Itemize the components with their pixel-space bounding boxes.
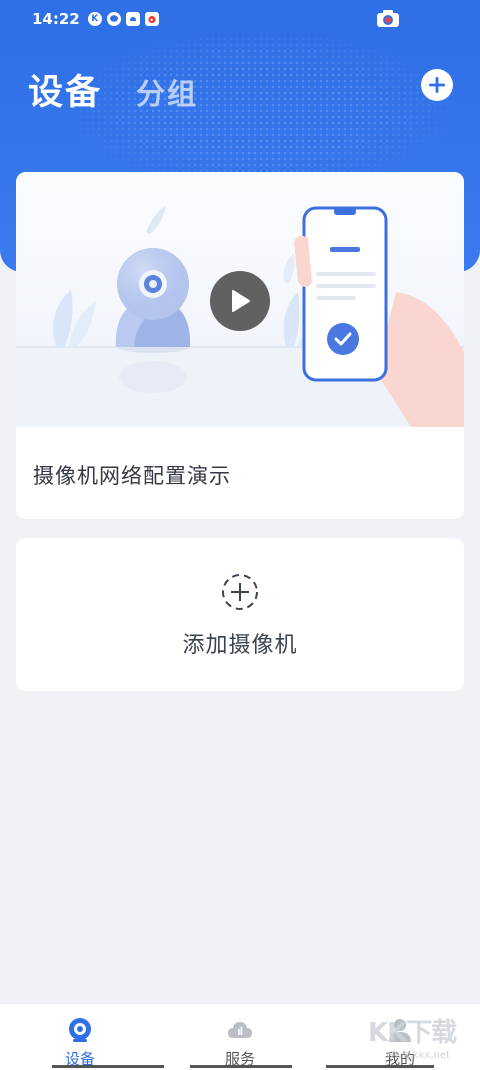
demo-card-title: 摄像机网络配置演示 bbox=[33, 464, 231, 488]
watermark-sub: www.kkx.net bbox=[386, 1050, 450, 1061]
demo-illustration bbox=[16, 172, 464, 427]
camera-icon bbox=[377, 10, 399, 27]
status-time: 14:22 bbox=[32, 10, 80, 28]
add-camera-card[interactable]: 添加摄像机 bbox=[16, 538, 464, 691]
play-icon bbox=[232, 290, 250, 312]
camera-icon bbox=[69, 1018, 91, 1042]
play-button[interactable] bbox=[210, 271, 270, 331]
nav-item-services[interactable]: 服务 bbox=[160, 1004, 320, 1070]
add-camera-label: 添加摄像机 bbox=[182, 633, 298, 658]
chat-icon bbox=[106, 12, 121, 26]
plus-circle-icon bbox=[429, 77, 445, 93]
watermark: KK下载 www.kkx.net bbox=[368, 1012, 458, 1066]
add-device-button[interactable] bbox=[421, 69, 453, 101]
cloud-icon bbox=[228, 1022, 252, 1038]
status-bar: 14:22 K bbox=[0, 0, 480, 38]
nav-item-devices[interactable]: 设备 bbox=[0, 1004, 164, 1070]
k-icon: K bbox=[87, 12, 102, 26]
watermark-text: KK下载 bbox=[368, 1018, 457, 1048]
cloud-app-icon bbox=[125, 12, 140, 26]
demo-video-card[interactable]: 摄像机网络配置演示 bbox=[16, 172, 464, 519]
dashed-plus-icon bbox=[222, 574, 258, 610]
nav-indicator bbox=[190, 1065, 292, 1068]
tab-groups[interactable]: 分组 bbox=[136, 71, 198, 113]
tab-devices[interactable]: 设备 bbox=[28, 64, 102, 115]
header-tabs: 设备 分组 bbox=[28, 64, 198, 115]
weibo-icon bbox=[144, 12, 159, 26]
nav-indicator bbox=[52, 1065, 164, 1068]
